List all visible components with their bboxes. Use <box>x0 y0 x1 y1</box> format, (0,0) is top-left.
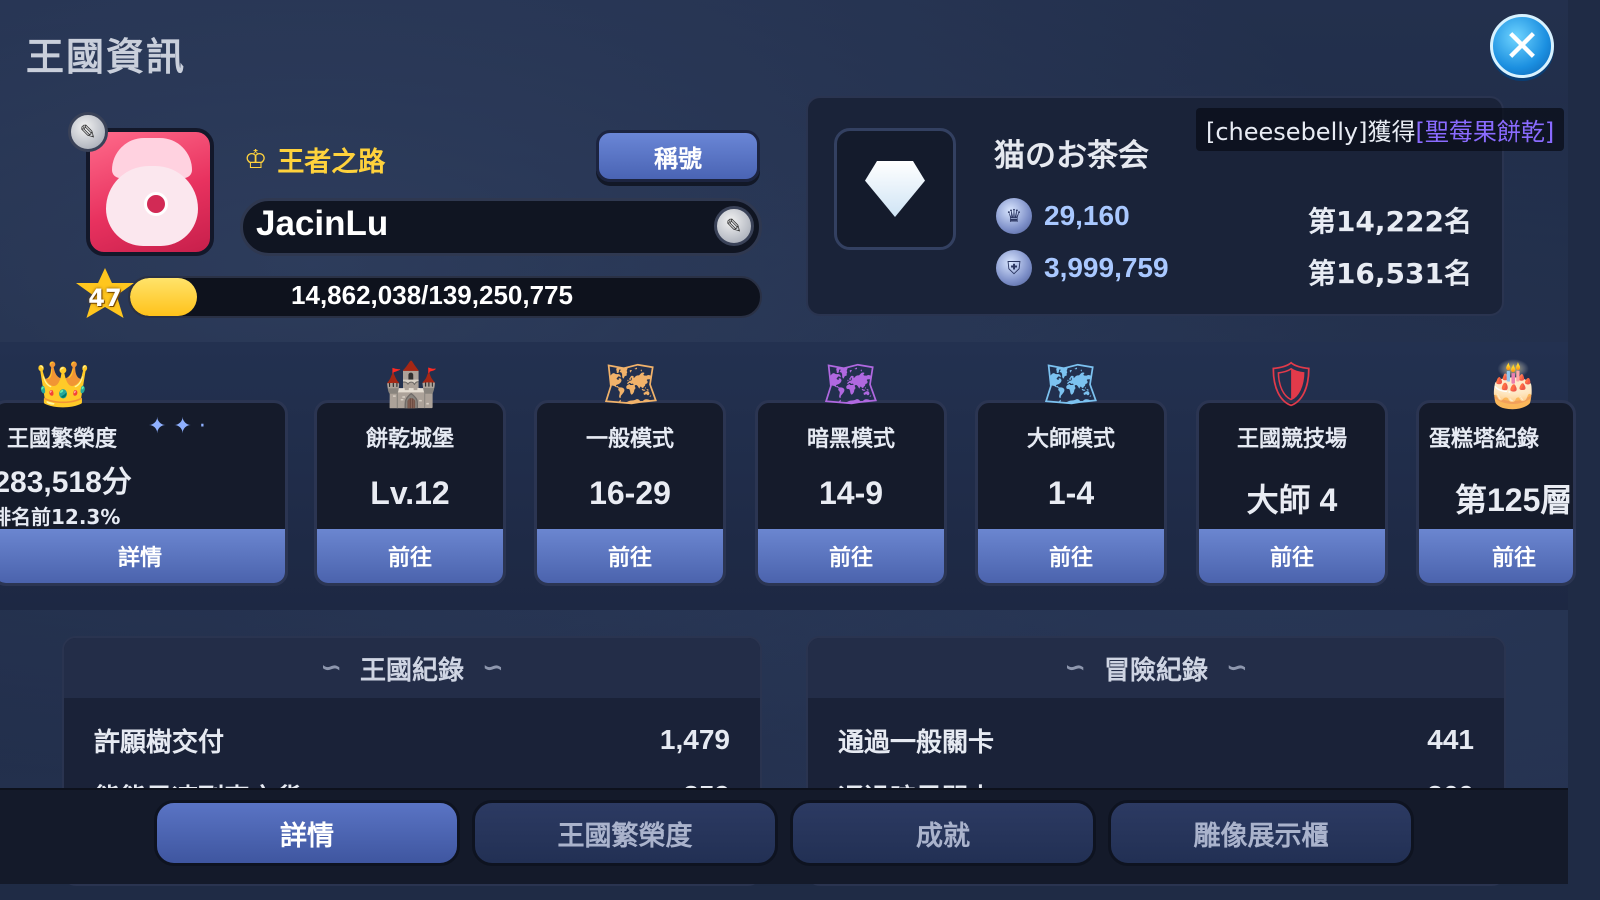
adventure-records-header: ∽ 冒險紀錄 ∽ <box>808 638 1504 698</box>
sparkle-icon: ✦ ✦ · <box>148 414 206 439</box>
tab-achievements[interactable]: 成就 <box>790 800 1096 866</box>
mode-card-arena: 王國競技場 大師 4 前往 <box>1196 400 1388 586</box>
dark-map-icon: 🗺 <box>823 359 879 410</box>
mode-label: 大師模式 <box>1026 427 1115 452</box>
shield-value: 3,999,759 <box>1044 252 1169 283</box>
go-button[interactable]: 前往 <box>317 529 503 583</box>
level-number: 47 <box>88 284 122 312</box>
mode-card-master: 大師模式 1-4 前往 <box>975 400 1167 586</box>
mode-value: 14-9 <box>818 475 884 511</box>
guild-stat-trophy: ♛ 29,160 <box>996 198 1130 234</box>
mode-card-cake-tower: 蛋糕塔紀錄 第125層 前往 <box>1416 400 1576 586</box>
mode-label: 餅乾城堡 <box>365 427 454 452</box>
diamond-icon <box>865 161 925 217</box>
swirl-left-icon: ∽ <box>320 653 342 683</box>
map-scroll-icon: 🗺 <box>603 359 659 410</box>
crown-arrow-icon: 👑 <box>35 359 91 410</box>
pencil-icon: ✎ <box>725 214 743 238</box>
record-row: 通過一般關卡 441 <box>808 712 1504 768</box>
mode-card-prosperity: 王國繁榮度 ,283,518分 排名前12.3% 詳情 <box>0 400 288 586</box>
go-button[interactable]: 前往 <box>978 529 1164 583</box>
close-button[interactable]: ✕ <box>1490 14 1554 78</box>
tab-statue-showcase[interactable]: 雕像展示櫃 <box>1108 800 1414 866</box>
mode-label: 王國競技場 <box>1236 427 1347 452</box>
record-value: 441 <box>1427 724 1474 755</box>
title-button[interactable]: 稱號 <box>596 130 760 182</box>
road-label-text: 王者之路 <box>277 147 386 178</box>
record-value: 1,479 <box>659 724 730 755</box>
mode-value: 16-29 <box>589 475 671 511</box>
pencil-icon: ✎ <box>79 120 97 144</box>
swirl-right-icon: ∽ <box>482 653 504 683</box>
avatar[interactable] <box>86 128 214 256</box>
record-row: 許願樹交付 1,479 <box>64 712 760 768</box>
go-button[interactable]: 前往 <box>758 529 944 583</box>
mode-label: 一般模式 <box>585 427 674 452</box>
shield-rank: 第16,531名 <box>1307 257 1472 290</box>
username: JacinLu <box>256 204 389 243</box>
level-badge: 47 <box>76 268 134 318</box>
record-label: 許願樹交付 <box>94 727 225 758</box>
go-button[interactable]: 前往 <box>537 529 723 583</box>
guild-name: 猫のお茶会 <box>994 138 1149 174</box>
adventure-records-title: 冒險紀錄 <box>1103 655 1208 686</box>
mode-value: 第125層 <box>1455 482 1573 518</box>
mode-value: ,283,518分 <box>0 466 132 499</box>
shield-icon: ⛨ <box>996 250 1032 286</box>
mode-value: Lv.12 <box>370 475 450 511</box>
cake-tower-icon: 🎂 <box>1485 359 1541 410</box>
tab-prosperity[interactable]: 王國繁榮度 <box>472 800 778 866</box>
mode-subtext: 排名前12.3% <box>0 505 121 529</box>
broadcast-item: [聖莓果餅乾] <box>1415 118 1555 146</box>
kingdom-records-title: 王國紀錄 <box>359 655 464 686</box>
mode-label: 王國繁榮度 <box>7 427 118 452</box>
mode-value: 大師 4 <box>1246 482 1338 518</box>
kings-road-label[interactable]: ♔ 王者之路 <box>244 140 385 179</box>
details-button[interactable]: 詳情 <box>0 529 285 583</box>
record-label: 通過一般關卡 <box>838 727 995 758</box>
castle-icon: 🏰 <box>383 359 439 410</box>
guild-stat-shield: ⛨ 3,999,759 <box>996 250 1169 286</box>
trophy-rank: 第14,222名 <box>1307 205 1472 238</box>
kingdom-records-header: ∽ 王國紀錄 ∽ <box>64 638 760 698</box>
mode-label: 暗黑模式 <box>806 427 895 452</box>
arena-shield-icon: 🛡 <box>1263 359 1319 410</box>
swirl-right-icon: ∽ <box>1226 653 1248 683</box>
mode-value: 1-4 <box>1047 475 1095 511</box>
page-title: 王國資訊 <box>26 35 187 79</box>
close-icon: ✕ <box>1503 20 1541 72</box>
exp-text: 14,862,038/139,250,775 <box>291 280 573 310</box>
broadcast-prefix: [cheesebelly]獲得 <box>1206 118 1416 146</box>
go-button[interactable]: 前往 <box>1199 529 1385 583</box>
swirl-left-icon: ∽ <box>1064 653 1086 683</box>
broadcast-message: [cheesebelly]獲得[聖莓果餅乾] <box>1196 108 1565 151</box>
master-map-icon: 🗺 <box>1043 359 1099 410</box>
mode-card-castle: 餅乾城堡 Lv.12 前往 <box>314 400 506 586</box>
trophy-value: 29,160 <box>1044 200 1130 231</box>
mode-card-normal: 一般模式 16-29 前往 <box>534 400 726 586</box>
go-button[interactable]: 前往 <box>1419 529 1573 583</box>
mode-label: 蛋糕塔紀錄 <box>1429 427 1540 452</box>
crown-icon: ♔ <box>244 144 268 175</box>
edit-name-button[interactable]: ✎ <box>714 206 754 246</box>
tab-details[interactable]: 詳情 <box>154 800 460 866</box>
mode-card-dark: 暗黑模式 14-9 前往 <box>755 400 947 586</box>
trophy-icon: ♛ <box>996 198 1032 234</box>
edit-avatar-button[interactable]: ✎ <box>68 112 108 152</box>
guild-emblem[interactable] <box>834 128 956 250</box>
